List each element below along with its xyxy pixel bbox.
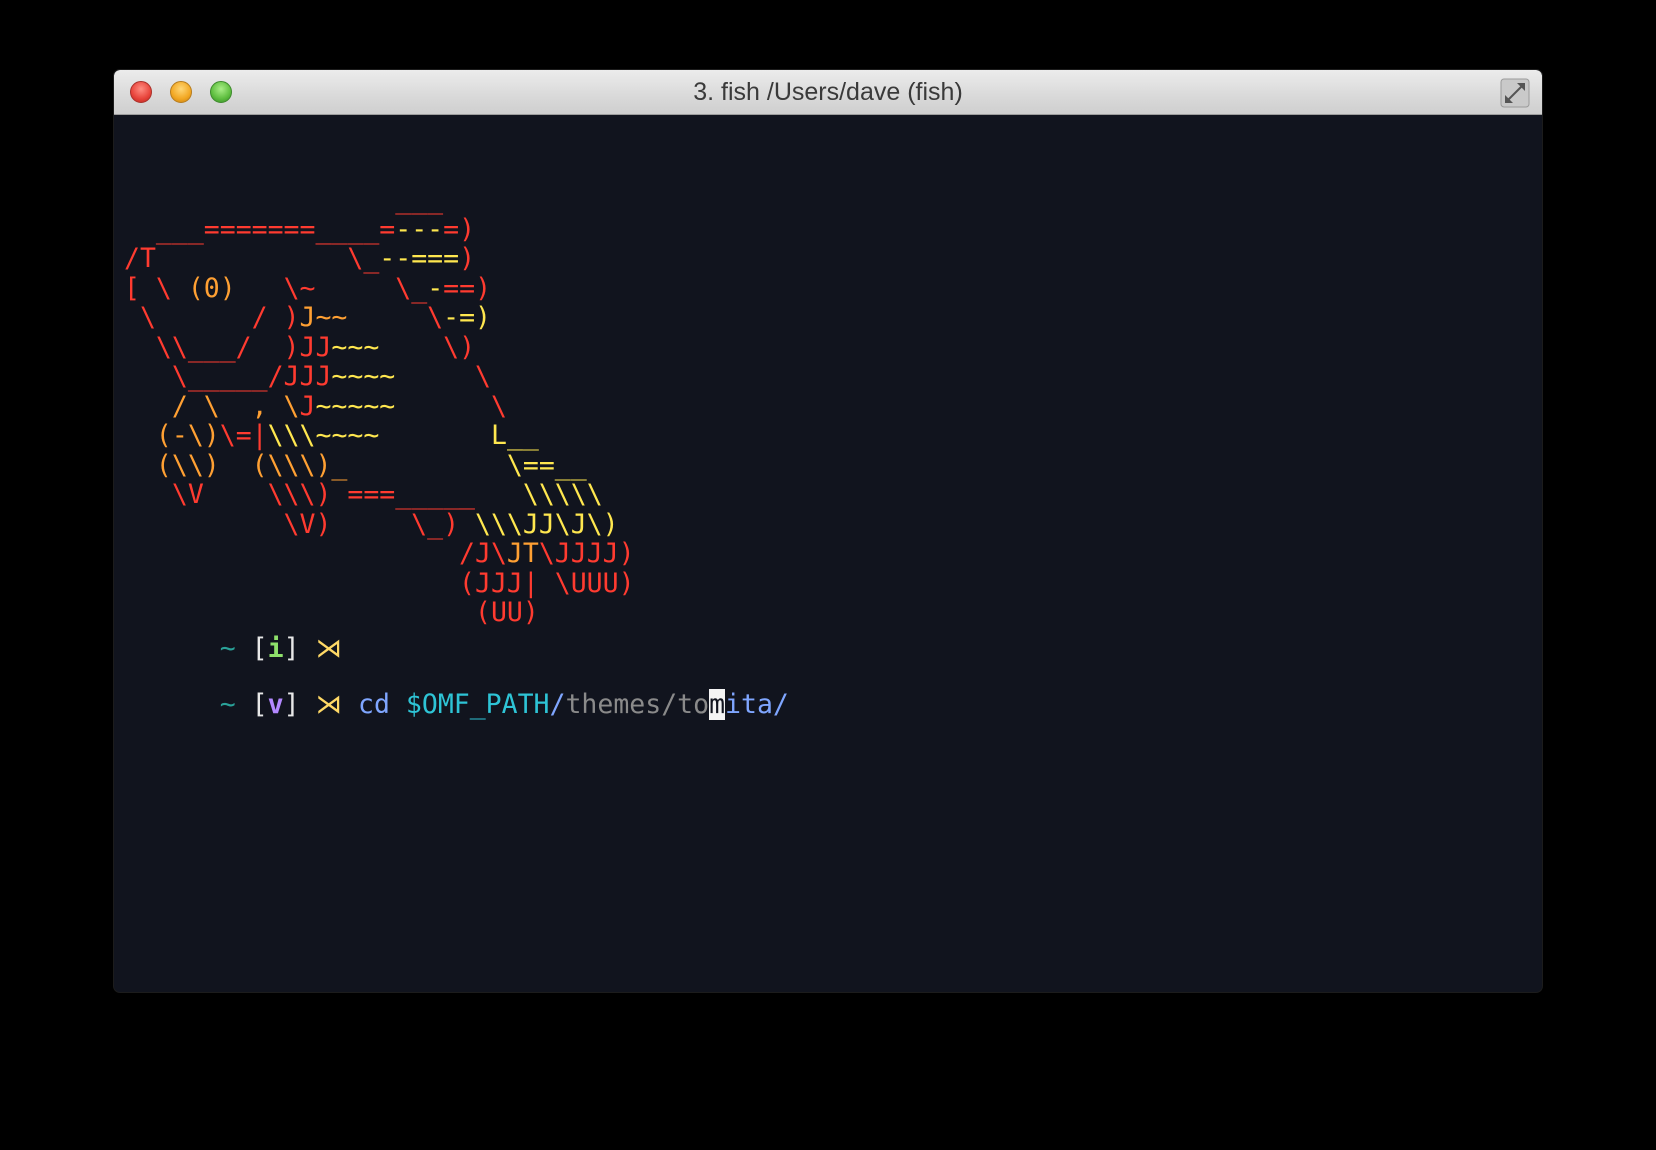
mode-indicator: i bbox=[267, 632, 284, 664]
ascii-art-line: (JJJ| \UUU) bbox=[124, 567, 1532, 599]
ascii-art-segment: ===_____ bbox=[347, 479, 476, 510]
ascii-art-segment: -- bbox=[379, 243, 412, 274]
title-bar[interactable]: 3. fish /Users/dave (fish) bbox=[114, 70, 1542, 115]
ascii-art-segment: \~ bbox=[235, 272, 316, 304]
ascii-art-segment: \\\\\ bbox=[475, 479, 603, 510]
ascii-art-segment bbox=[315, 273, 395, 304]
command-variable: $OMF_PATH bbox=[405, 688, 550, 720]
ascii-art-segment: (JJJ| \UUU) bbox=[124, 567, 635, 599]
prompt-tilde: ~ bbox=[219, 632, 236, 664]
ascii-art-segment: ____ bbox=[315, 213, 380, 245]
mode-indicator: v bbox=[267, 688, 284, 720]
command-path-slash: / bbox=[549, 688, 566, 720]
ascii-art-segment: ======= bbox=[203, 213, 316, 245]
ascii-art-segment bbox=[156, 243, 347, 274]
ascii-art-segment: ___ bbox=[124, 213, 204, 245]
ascii-art-line: \V \\\) ===_____ \\\\\ bbox=[124, 480, 1532, 510]
ascii-art-segment: J~~ bbox=[299, 302, 348, 333]
ascii-art-line: ___ bbox=[124, 185, 1532, 215]
ascii-art-segment: ~~~ bbox=[331, 331, 380, 363]
ascii-art-segment: \V \\\) bbox=[124, 479, 348, 510]
ascii-art-segment: ~~~~ bbox=[331, 361, 396, 392]
command-path-rest: ita/ bbox=[725, 688, 789, 720]
ascii-art-line: / \ , \J~~~~~ \ bbox=[124, 390, 1532, 422]
terminal-window: 3. fish /Users/dave (fish) ___ ___======… bbox=[114, 70, 1542, 992]
ascii-art-line: (-\)\=|\\\~~~~ L__ bbox=[124, 421, 1532, 451]
ascii-art-segment: \\\ bbox=[267, 420, 316, 451]
ascii-art-segment: ~~~~ bbox=[315, 420, 380, 451]
ascii-art-segment: J bbox=[299, 390, 316, 422]
ascii-art-segment: ___ bbox=[124, 184, 444, 215]
ascii-art-segment: ==) bbox=[443, 272, 492, 304]
ascii-art-segment: \V) \_) bbox=[124, 508, 475, 540]
ascii-art-segment: ) bbox=[459, 243, 476, 274]
ascii-art-line: \\___/ )JJ~~~ \) bbox=[124, 331, 1532, 363]
ascii-art-segment: \_ bbox=[395, 272, 428, 304]
ascii-art-line: ___=======____=---=) bbox=[124, 213, 1532, 245]
command-path-selection: themes/to bbox=[565, 688, 710, 720]
ascii-art-segment: - bbox=[427, 272, 444, 304]
command-name: cd bbox=[358, 688, 390, 720]
ascii-art-line: /J\JT\JJJJ) bbox=[124, 539, 1532, 569]
ascii-art-segment: /J\ bbox=[124, 538, 507, 569]
ascii-art-segment: / \ , \ bbox=[124, 390, 300, 422]
ascii-art-line: (\\) (\\\)_ \==__ bbox=[124, 449, 1532, 481]
prompt-line-visual[interactable]: ~ [v] ⋊ cd $OMF_PATH/themes/tomita/ bbox=[124, 660, 789, 749]
ascii-art-segment: \_ bbox=[347, 243, 380, 274]
ascii-art-segment: \ / ) bbox=[124, 302, 300, 333]
ascii-art-segment: = bbox=[379, 213, 396, 245]
fullscreen-icon[interactable] bbox=[1500, 78, 1530, 108]
ascii-art-segment: JT bbox=[506, 538, 539, 569]
ascii-art-segment: \==__ bbox=[347, 449, 587, 481]
ascii-art-segment: \_____/JJJ bbox=[124, 361, 332, 392]
ascii-art-segment: (0) bbox=[187, 272, 236, 304]
ascii-art-segment: ~~~~~ bbox=[315, 390, 396, 422]
ascii-art-segment: /T bbox=[124, 243, 156, 274]
window-title: 3. fish /Users/dave (fish) bbox=[693, 78, 963, 106]
ascii-art-segment: \ bbox=[395, 361, 491, 392]
ascii-art-segment: \ bbox=[427, 302, 444, 333]
ascii-art-segment: === bbox=[411, 243, 460, 274]
prompt-arrow-icon: ⋊ bbox=[315, 632, 343, 664]
ascii-art-segment: \\\JJ\J\) bbox=[475, 508, 619, 540]
ascii-art-segment: \ bbox=[395, 390, 507, 422]
ascii-art-line: \V) \_) \\\JJ\J\) bbox=[124, 508, 1532, 540]
ascii-art-logo: ___ ___=======____=---=)/T \_--===)[ \ (… bbox=[124, 185, 1532, 628]
ascii-art-segment: --- bbox=[395, 213, 444, 245]
ascii-art-segment: \) bbox=[379, 331, 476, 363]
ascii-art-segment: L__ bbox=[379, 420, 539, 451]
ascii-art-segment bbox=[347, 302, 427, 333]
ascii-art-segment: -=) bbox=[443, 302, 491, 333]
prompt-tilde: ~ bbox=[219, 688, 236, 720]
ascii-art-segment: (-\) bbox=[124, 420, 220, 451]
ascii-art-line: /T \_--===) bbox=[124, 244, 1532, 274]
ascii-art-segment: \=| bbox=[219, 420, 268, 451]
prompt-arrow-icon: ⋊ bbox=[315, 688, 343, 720]
ascii-art-segment: =) bbox=[443, 213, 476, 245]
terminal-content[interactable]: ___ ___=======____=---=)/T \_--===)[ \ (… bbox=[124, 126, 1532, 992]
text-cursor[interactable]: m bbox=[709, 688, 726, 720]
ascii-art-line: \ / )J~~ \-=) bbox=[124, 303, 1532, 333]
ascii-art-segment: (\\) (\\\)_ bbox=[124, 449, 348, 481]
ascii-art-line: \_____/JJJ~~~~ \ bbox=[124, 362, 1532, 392]
ascii-art-segment: \JJJJ) bbox=[538, 538, 635, 569]
ascii-art-segment: [ \ bbox=[124, 272, 188, 304]
ascii-art-line: [ \ (0) \~ \_-==) bbox=[124, 272, 1532, 304]
ascii-art-segment: \\___/ )JJ bbox=[124, 331, 332, 363]
